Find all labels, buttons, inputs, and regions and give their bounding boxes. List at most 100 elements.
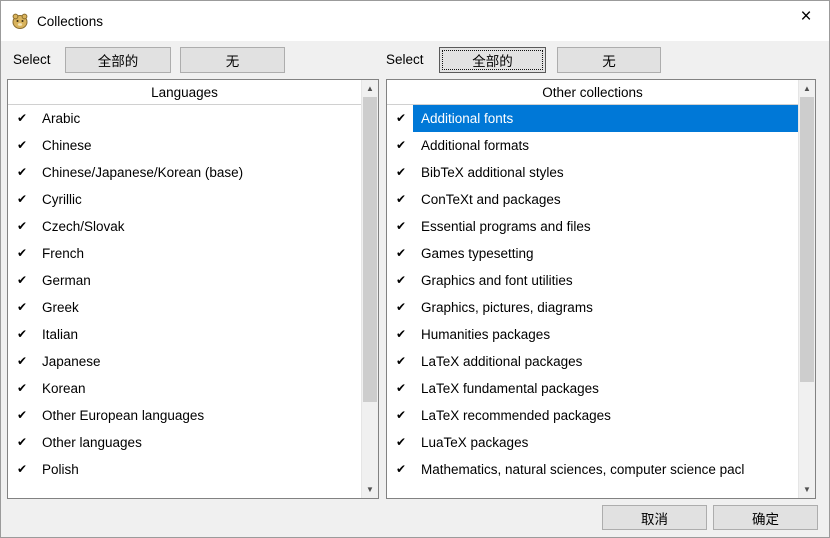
scroll-up-icon[interactable]: ▲ — [799, 80, 815, 97]
list-item[interactable]: ✔Japanese — [8, 348, 361, 375]
scrollbar-thumb[interactable] — [800, 97, 814, 382]
scroll-down-icon[interactable]: ▼ — [362, 481, 378, 498]
checkmark-icon: ✔ — [8, 429, 34, 456]
list-item[interactable]: ✔Italian — [8, 321, 361, 348]
right-select-label: Select — [386, 47, 424, 73]
left-select-all-button[interactable]: 全部的 — [65, 47, 171, 73]
list-item[interactable]: ✔LaTeX recommended packages — [387, 402, 798, 429]
checkmark-icon: ✔ — [8, 240, 34, 267]
languages-header: Languages — [8, 80, 361, 105]
list-item[interactable]: ✔BibTeX additional styles — [387, 159, 798, 186]
list-item-label: LaTeX fundamental packages — [413, 375, 798, 402]
checkmark-icon: ✔ — [387, 456, 413, 483]
list-item-label: ConTeXt and packages — [413, 186, 798, 213]
checkmark-icon: ✔ — [8, 294, 34, 321]
list-item-label: Italian — [34, 321, 361, 348]
list-item[interactable]: ✔Chinese/Japanese/Korean (base) — [8, 159, 361, 186]
left-select-label: Select — [13, 47, 51, 73]
list-item-label: Polish — [34, 456, 361, 483]
right-select-all-button[interactable]: 全部的 — [439, 47, 546, 73]
list-item-label: German — [34, 267, 361, 294]
checkmark-icon: ✔ — [387, 429, 413, 456]
close-icon[interactable]: × — [783, 1, 829, 33]
titlebar: Collections × — [1, 1, 829, 41]
ok-button[interactable]: 确定 — [713, 505, 818, 530]
list-item-label: BibTeX additional styles — [413, 159, 798, 186]
list-item[interactable]: ✔ConTeXt and packages — [387, 186, 798, 213]
list-item[interactable]: ✔LaTeX additional packages — [387, 348, 798, 375]
list-item[interactable]: ✔Arabic — [8, 105, 361, 132]
list-item-label: Additional formats — [413, 132, 798, 159]
checkmark-icon: ✔ — [387, 375, 413, 402]
list-item-label: Graphics, pictures, diagrams — [413, 294, 798, 321]
window-title: Collections — [37, 14, 103, 29]
checkmark-icon: ✔ — [8, 321, 34, 348]
checkmark-icon: ✔ — [8, 132, 34, 159]
scrollbar-thumb[interactable] — [363, 97, 377, 402]
right-select-none-button[interactable]: 无 — [557, 47, 661, 73]
list-item[interactable]: ✔LuaTeX packages — [387, 429, 798, 456]
list-item[interactable]: ✔Polish — [8, 456, 361, 483]
list-item[interactable]: ✔Chinese — [8, 132, 361, 159]
list-item[interactable]: ✔Greek — [8, 294, 361, 321]
list-item[interactable]: ✔Other European languages — [8, 402, 361, 429]
languages-listbox: Languages ✔Arabic✔Chinese✔Chinese/Japane… — [7, 79, 379, 499]
list-item-label: Arabic — [34, 105, 361, 132]
checkmark-icon: ✔ — [387, 186, 413, 213]
list-item[interactable]: ✔French — [8, 240, 361, 267]
list-item-label: Czech/Slovak — [34, 213, 361, 240]
list-item-label: Chinese — [34, 132, 361, 159]
list-item[interactable]: ✔Additional formats — [387, 132, 798, 159]
checkmark-icon: ✔ — [387, 294, 413, 321]
list-item-label: Other languages — [34, 429, 361, 456]
scroll-up-icon[interactable]: ▲ — [362, 80, 378, 97]
list-item[interactable]: ✔Games typesetting — [387, 240, 798, 267]
list-item[interactable]: ✔LaTeX fundamental packages — [387, 375, 798, 402]
list-item-label: Graphics and font utilities — [413, 267, 798, 294]
checkmark-icon: ✔ — [8, 348, 34, 375]
list-item-label: Korean — [34, 375, 361, 402]
checkmark-icon: ✔ — [8, 402, 34, 429]
list-item-label: Humanities packages — [413, 321, 798, 348]
languages-rows: ✔Arabic✔Chinese✔Chinese/Japanese/Korean … — [8, 105, 361, 498]
list-item[interactable]: ✔Additional fonts — [387, 105, 798, 132]
list-item[interactable]: ✔Czech/Slovak — [8, 213, 361, 240]
list-item-label: Other European languages — [34, 402, 361, 429]
left-select-none-button[interactable]: 无 — [180, 47, 285, 73]
list-item-label: Essential programs and files — [413, 213, 798, 240]
scroll-down-icon[interactable]: ▼ — [799, 481, 815, 498]
checkmark-icon: ✔ — [387, 132, 413, 159]
list-item-label: Japanese — [34, 348, 361, 375]
cancel-button[interactable]: 取消 — [602, 505, 707, 530]
list-item-label: Chinese/Japanese/Korean (base) — [34, 159, 361, 186]
list-item-label: Additional fonts — [413, 105, 798, 132]
list-item[interactable]: ✔Graphics, pictures, diagrams — [387, 294, 798, 321]
list-item-label: Mathematics, natural sciences, computer … — [413, 456, 798, 483]
checkmark-icon: ✔ — [387, 213, 413, 240]
languages-scrollbar[interactable]: ▲ ▼ — [361, 80, 378, 498]
checkmark-icon: ✔ — [8, 186, 34, 213]
list-item[interactable]: ✔Korean — [8, 375, 361, 402]
collections-scrollbar[interactable]: ▲ ▼ — [798, 80, 815, 498]
collections-header: Other collections — [387, 80, 798, 105]
checkmark-icon: ✔ — [387, 267, 413, 294]
list-item-label: Games typesetting — [413, 240, 798, 267]
collections-listbox: Other collections ✔Additional fonts✔Addi… — [386, 79, 816, 499]
checkmark-icon: ✔ — [8, 105, 34, 132]
list-item-label: Greek — [34, 294, 361, 321]
list-item[interactable]: ✔Mathematics, natural sciences, computer… — [387, 456, 798, 483]
list-item[interactable]: ✔German — [8, 267, 361, 294]
list-item[interactable]: ✔Essential programs and files — [387, 213, 798, 240]
list-item[interactable]: ✔Other languages — [8, 429, 361, 456]
list-item[interactable]: ✔Graphics and font utilities — [387, 267, 798, 294]
collections-dialog: Collections × Select 全部的 无 Select 全部的 无 … — [0, 0, 830, 538]
checkmark-icon: ✔ — [8, 375, 34, 402]
checkmark-icon: ✔ — [387, 105, 413, 132]
list-item[interactable]: ✔Cyrillic — [8, 186, 361, 213]
list-item[interactable]: ✔Humanities packages — [387, 321, 798, 348]
checkmark-icon: ✔ — [387, 348, 413, 375]
checkmark-icon: ✔ — [8, 267, 34, 294]
texlive-app-icon — [11, 12, 29, 30]
checkmark-icon: ✔ — [387, 402, 413, 429]
checkmark-icon: ✔ — [8, 456, 34, 483]
